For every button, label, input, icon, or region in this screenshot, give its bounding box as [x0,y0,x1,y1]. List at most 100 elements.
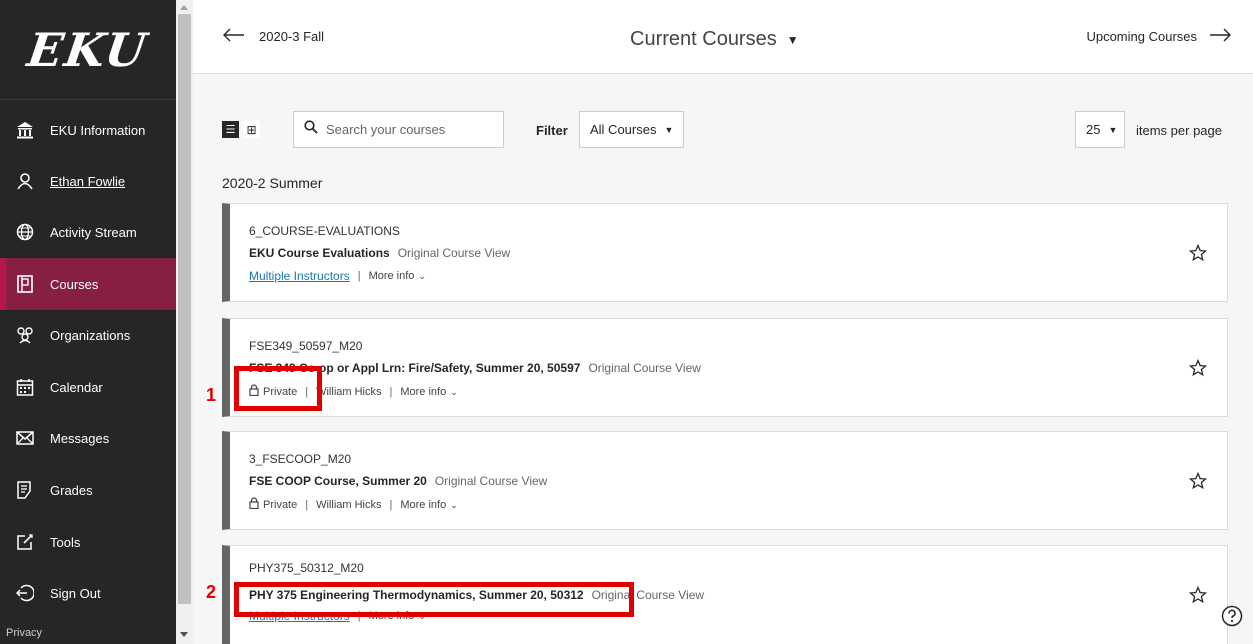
course-card[interactable]: 6_COURSE-EVALUATIONS EKU Course Evaluati… [222,203,1228,302]
sidebar-item-label: EKU Information [50,122,146,138]
tools-icon [14,531,36,553]
help-icon[interactable] [1221,605,1243,627]
items-per-page-label: items per page [1136,123,1222,138]
sidebar-item-grades[interactable]: Grades [0,465,176,515]
sidebar-item-organizations[interactable]: Organizations [0,310,176,360]
bank-icon [14,119,36,141]
upcoming-courses-label: Upcoming Courses [1086,29,1197,44]
favorite-star-icon[interactable] [1189,359,1207,377]
sidebar-item-label: Organizations [50,327,131,343]
page-header: 2020-3 Fall Current Courses ▼ Upcoming C… [193,0,1253,74]
more-info-label: More info [400,498,447,511]
sidebar-item-calendar[interactable]: Calendar [0,362,176,412]
sidebar: EKU EKU Information Ethan Fowlie Activit… [0,0,176,644]
course-view-type: Original Course View [588,361,701,375]
sidebar-item-label: Sign Out [50,585,101,601]
sidebar-item-label: Tools [50,534,81,550]
search-box[interactable] [293,111,504,148]
envelope-icon [14,427,36,449]
sidebar-item-label: Ethan Fowlie [50,173,126,189]
scroll-down-arrow-icon[interactable] [180,632,188,637]
course-card[interactable]: 3_FSECOOP_M20 FSE COOP Course, Summer 20… [222,431,1228,530]
items-per-page-dropdown[interactable]: 25 ▼ [1075,111,1125,148]
scroll-up-arrow-icon[interactable] [180,5,188,10]
calendar-icon [14,376,36,398]
separator: | [389,385,393,398]
more-info-button[interactable]: More info ⌄ [369,270,426,282]
scroll-thumb[interactable] [178,14,191,604]
term-heading: 2020-2 Summer [222,175,323,191]
course-term-dropdown[interactable]: Current Courses ▼ [630,28,799,51]
sidebar-item-label: Activity Stream [50,224,137,240]
search-icon [304,120,318,139]
annotation-number: 1 [206,385,217,405]
favorite-star-icon[interactable] [1189,472,1207,490]
sidebar-item-label: Messages [50,430,110,446]
instructor-name: William Hicks [316,498,382,511]
course-view-type: Original Course View [397,246,511,260]
previous-term-button[interactable]: 2020-3 Fall [223,28,324,45]
chevron-down-icon: ⌄ [450,386,458,397]
course-code: 6_COURSE-EVALUATIONS [249,224,400,238]
caret-down-icon: ▼ [1108,124,1118,135]
chevron-down-icon: ⌄ [450,499,458,510]
sidebar-item-tools[interactable]: Tools [0,517,176,567]
course-code: FSE349_50597_M20 [249,339,363,353]
page-title: Current Courses [630,28,777,50]
grades-icon [14,479,36,501]
privacy-status: Private [263,498,298,511]
caret-down-icon: ▼ [786,32,799,47]
sidebar-item-profile[interactable]: Ethan Fowlie [0,156,176,206]
more-info-label: More info [368,270,415,282]
sidebar-scrollbar[interactable] [176,0,193,644]
sidebar-item-label: Grades [50,482,93,498]
arrow-left-icon [223,28,245,45]
sign-out-icon [14,582,36,604]
sidebar-item-courses[interactable]: Courses [0,258,176,310]
sidebar-item-sign-out[interactable]: Sign Out [0,568,176,618]
arrow-right-icon [1209,28,1231,45]
annotation-box [234,582,634,617]
course-code: 3_FSECOOP_M20 [249,452,352,466]
separator: | [389,498,393,511]
chevron-down-icon: ⌄ [418,271,426,281]
separator: | [305,498,309,511]
logo-text: EKU [24,22,152,77]
courses-icon [14,273,36,295]
items-per-page-value: 25 [1086,122,1101,137]
organizations-icon [14,324,36,346]
instructor-name: William Hicks [316,385,382,398]
annotation-number: 2 [206,582,217,602]
more-info-label: More info [400,385,447,398]
course-code: PHY375_50312_M20 [249,561,364,575]
course-card[interactable]: FSE349_50597_M20 FSE 349 Co-op or Appl L… [222,318,1228,417]
sidebar-item-messages[interactable]: Messages [0,413,176,463]
list-view-icon[interactable]: ☰ [222,121,239,138]
separator: | [357,270,361,282]
lock-icon [249,497,259,512]
upcoming-courses-button[interactable]: Upcoming Courses [1086,28,1231,45]
favorite-star-icon[interactable] [1189,244,1207,262]
favorite-star-icon[interactable] [1189,586,1207,604]
annotation-box [234,366,322,411]
filter-value: All Courses [590,122,657,137]
privacy-link[interactable]: Privacy [6,627,42,639]
eku-logo[interactable]: EKU [0,0,176,100]
sidebar-item-activity-stream[interactable]: Activity Stream [0,207,176,257]
previous-term-label: 2020-3 Fall [259,29,325,44]
instructors-link[interactable]: Multiple Instructors [249,269,350,283]
user-icon [14,170,36,192]
course-title-link[interactable]: FSE COOP Course, Summer 20 [249,474,427,488]
course-title-link[interactable]: EKU Course Evaluations [249,246,390,260]
caret-down-icon: ▼ [664,124,674,135]
sidebar-item-eku-information[interactable]: EKU Information [0,105,176,155]
search-input[interactable] [326,122,486,137]
filter-dropdown[interactable]: All Courses ▼ [579,111,684,148]
filter-label: Filter [536,123,568,138]
more-info-button[interactable]: More info ⌄ [400,386,457,398]
sidebar-item-label: Courses [50,276,99,292]
more-info-button[interactable]: More info ⌄ [400,499,457,511]
course-view-type: Original Course View [434,474,548,488]
course-toolbar: ☰ ⊞ Filter All Courses ▼ 25 ▼ items per … [193,110,1253,150]
grid-view-icon[interactable]: ⊞ [243,121,260,138]
